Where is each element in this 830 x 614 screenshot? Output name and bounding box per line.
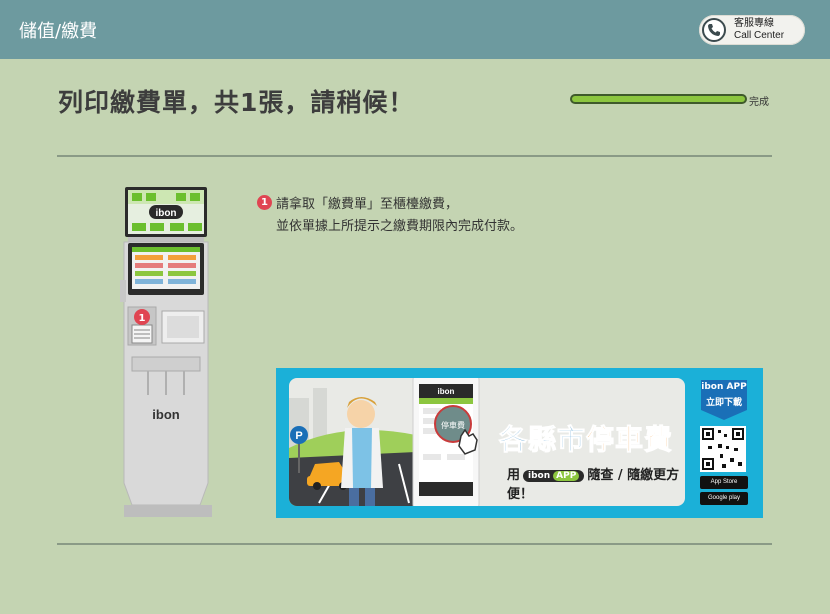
app-store-button[interactable]: App Store xyxy=(700,476,748,489)
sub-prefix: 用 xyxy=(507,468,521,483)
pill-logo: ibon xyxy=(528,471,551,481)
page-section-title: 儲值/繳費 xyxy=(19,21,98,42)
step-number-badge: 1 xyxy=(257,195,272,210)
pill-app: APP xyxy=(553,471,580,481)
headline-part-2: 停車費 xyxy=(586,423,674,457)
phone-screen-logo: ibon xyxy=(438,387,455,396)
banner-headline: 各縣市停車費 xyxy=(498,418,674,458)
call-center-label-zh: 客服專線 xyxy=(734,18,774,29)
ibon-app-parking-banner[interactable]: P ibon 停車費 各縣市停車費 用 ibon APP 隨查 / 隨繳更方便！… xyxy=(276,368,763,518)
instruction-line-2: 並依單據上所提示之繳費期限內完成付款。 xyxy=(276,219,524,234)
kiosk-screen-logo: ibon xyxy=(155,208,176,219)
qr-code-icon xyxy=(700,426,746,476)
kiosk-body-logo: ibon xyxy=(152,407,179,422)
bottom-divider xyxy=(57,543,772,545)
call-center-button[interactable]: 客服專線 Call Center xyxy=(699,15,805,45)
kiosk-step-marker: 1 xyxy=(139,313,146,324)
google-play-button[interactable]: Google play xyxy=(700,492,748,505)
page-title: 列印繳費單，共1張，請稍候！ xyxy=(58,88,415,117)
ibon-app-download-badge[interactable]: ibon APP 立即下載 xyxy=(701,380,747,420)
phone-icon xyxy=(702,18,726,42)
banner-content: P ibon 停車費 各縣市停車費 用 ibon APP 隨查 / 隨繳更方便！ xyxy=(289,378,685,506)
ibon-kiosk-illustration: ibon 1 ibon xyxy=(118,185,218,524)
progress-label: 完成 xyxy=(749,97,769,108)
ibon-app-pill: ibon APP xyxy=(523,470,585,482)
app-badge-download: 立即下載 xyxy=(705,398,742,408)
phone-parking-button: 停車費 xyxy=(441,420,465,430)
top-divider xyxy=(57,155,772,157)
instruction-line-1: 請拿取「繳費單」至櫃檯繳費， xyxy=(276,197,459,212)
parking-sign-icon: P xyxy=(295,430,302,442)
call-center-label-en: Call Center xyxy=(734,30,785,41)
headline-part-1: 各縣市 xyxy=(498,423,587,457)
progress-bar xyxy=(570,94,747,104)
top-bar: 儲值/繳費 客服專線 Call Center xyxy=(0,0,830,59)
banner-subtitle: 用 ibon APP 隨查 / 隨繳更方便！ xyxy=(507,464,685,502)
app-badge-title: ibon APP xyxy=(701,382,747,392)
progress-fill xyxy=(572,96,745,102)
